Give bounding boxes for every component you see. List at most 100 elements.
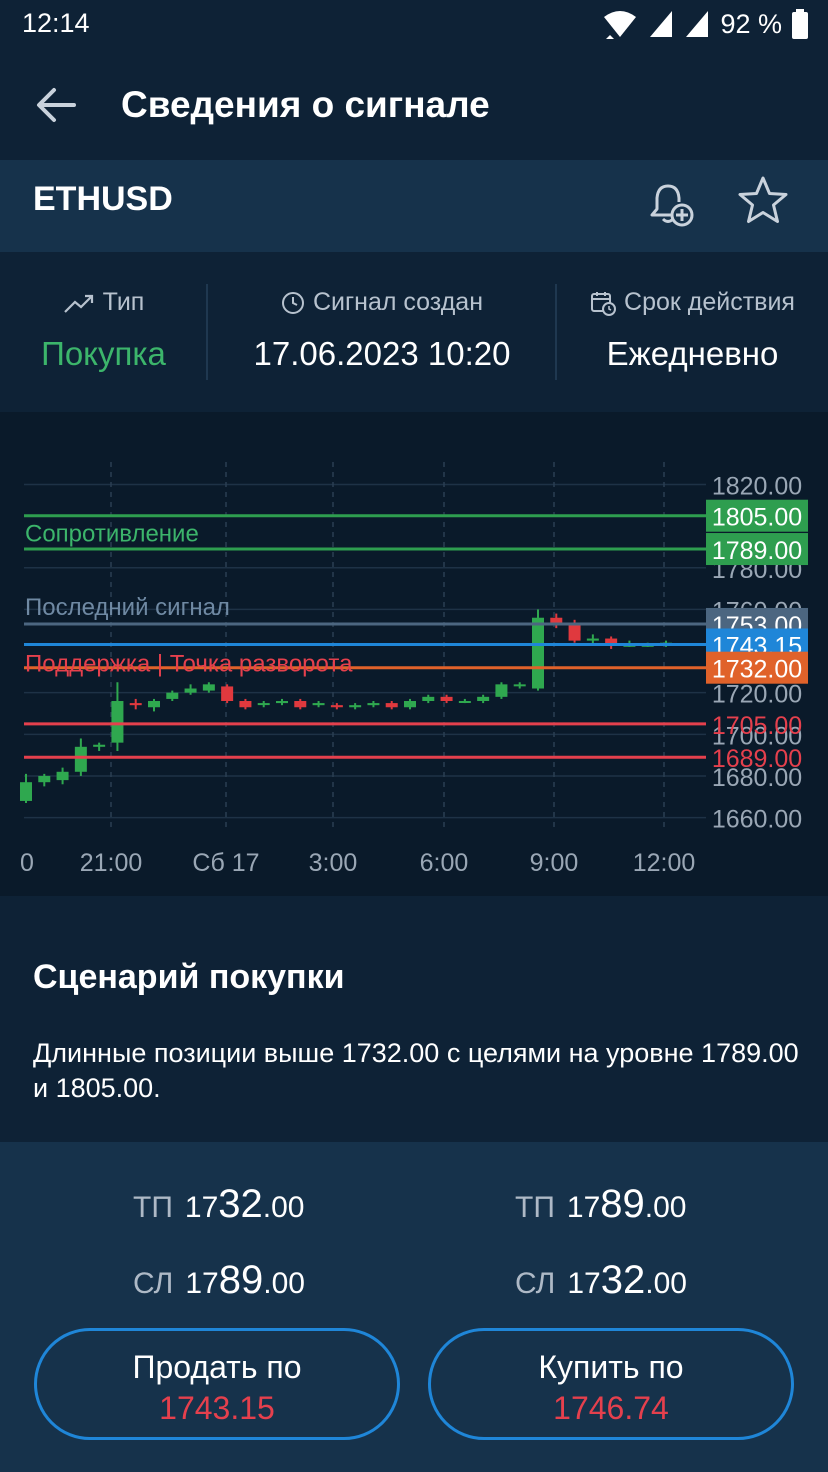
candle-body [367, 703, 380, 706]
sell-button[interactable]: Продать по 1743.15 [34, 1328, 400, 1440]
buy-price: 1746.74 [553, 1390, 669, 1426]
candle-body [568, 623, 581, 641]
tp-value: 1732.00 [184, 1182, 305, 1226]
candle-body [38, 775, 51, 783]
signal-icon [650, 11, 673, 37]
favorite-star-icon[interactable] [734, 172, 792, 230]
level-tag-label: 1705.00 [712, 712, 802, 740]
x-tick-label: 0 [20, 849, 34, 877]
candle-body [349, 705, 362, 708]
candle-body [294, 701, 307, 708]
tp-label: ТП [515, 1191, 555, 1224]
expiry-label: Срок действия [624, 288, 795, 316]
sl-label: СЛ [515, 1267, 556, 1300]
candle-body [129, 703, 142, 706]
trade-panel: ТП 1732.00 СЛ 1789.00 ТП 1789.00 СЛ 1732… [0, 1142, 828, 1472]
candle-body [586, 638, 599, 641]
trend-up-icon [63, 294, 93, 313]
level-label: Последний сигнал [25, 594, 230, 621]
y-tick-label: 1820.00 [712, 472, 802, 500]
candle-body [513, 684, 526, 687]
scenario-text: Длинные позиции выше 1732.00 с целями на… [33, 1038, 799, 1103]
app-bar: Сведения о сигнале [0, 50, 828, 160]
sell-label: Продать по [132, 1349, 302, 1385]
level-label: Поддержка | Точка разворота [25, 651, 353, 678]
candle-body [148, 701, 160, 708]
sl-value: 1732.00 [567, 1258, 687, 1302]
type-label: Тип [102, 288, 145, 316]
candle-body [312, 703, 325, 706]
left-take-profit: ТП 1732.00 [133, 1182, 304, 1227]
candle-body [111, 701, 124, 743]
sl-value: 1789.00 [185, 1258, 305, 1302]
y-tick-label: 1720.00 [712, 681, 802, 709]
tp-label: ТП [133, 1191, 173, 1224]
x-tick-label: 3:00 [309, 849, 358, 877]
candle-body [166, 692, 179, 699]
calendar-clock-icon [591, 291, 617, 316]
candle-body [93, 744, 106, 747]
battery-icon [792, 9, 808, 39]
candle-body [202, 684, 215, 691]
candle-body [276, 701, 288, 704]
candle-body [458, 701, 471, 704]
add-alert-bell-icon[interactable] [640, 174, 700, 234]
expiry-value: Ежедневно [606, 335, 779, 372]
level-tag-label: 1789.00 [712, 537, 802, 565]
candle-body [74, 746, 87, 772]
x-tick-label: 9:00 [530, 849, 579, 877]
buy-label: Купить по [538, 1349, 684, 1385]
wifi-icon [604, 11, 637, 39]
candle-body [404, 701, 416, 708]
sell-price: 1743.15 [159, 1390, 275, 1426]
clock-icon [282, 291, 304, 314]
back-arrow-icon[interactable] [32, 80, 82, 130]
candle-body [20, 782, 32, 801]
info-created: Сигнал создан 17.06.2023 10:20 [208, 252, 556, 412]
price-chart[interactable]: 1820.001780.001760.001720.001700.001680.… [0, 412, 828, 896]
scenario-title: Сценарий покупки [33, 958, 345, 996]
x-tick-label: Сб 17 [192, 849, 259, 877]
candle-body [239, 701, 252, 708]
created-value: 17.06.2023 10:20 [253, 335, 511, 372]
info-type: Тип Покупка [0, 252, 207, 412]
symbol-name: ETHUSD [33, 180, 173, 218]
created-label: Сигнал создан [313, 288, 483, 316]
buy-button[interactable]: Купить по 1746.74 [428, 1328, 794, 1440]
sl-label: СЛ [133, 1267, 174, 1300]
candle-body [221, 686, 234, 702]
candle-body [184, 688, 197, 693]
level-tag-label: 1732.00 [712, 656, 802, 684]
candle-body [440, 696, 453, 702]
tp-value: 1789.00 [566, 1182, 687, 1226]
candle-body [477, 696, 490, 702]
candle-body [532, 617, 544, 689]
level-tag-label: 1689.00 [712, 745, 802, 773]
candle-body [422, 696, 435, 702]
left-stop-loss: СЛ 1789.00 [133, 1258, 305, 1303]
candle-body [56, 771, 69, 781]
x-tick-label: 21:00 [80, 849, 143, 877]
candle-body [495, 684, 508, 697]
status-time: 12:14 [22, 8, 90, 38]
info-expiry: Срок действия Ежедневно [557, 252, 828, 412]
candle-body [330, 705, 343, 708]
candle-body [257, 703, 270, 706]
battery-percent: 92 % [720, 8, 782, 39]
x-tick-label: 12:00 [633, 849, 696, 877]
candlestick-chart[interactable]: 1820.001780.001760.001720.001700.001680.… [0, 412, 828, 896]
status-icons: 92 % [602, 6, 808, 42]
signal-info: Тип Покупка Сигнал создан 17.06.2023 10:… [0, 252, 828, 412]
y-tick-label: 1660.00 [712, 806, 802, 834]
type-value: Покупка [41, 335, 166, 372]
level-label: Сопротивление [25, 521, 199, 548]
right-take-profit: ТП 1789.00 [515, 1182, 686, 1227]
page-title: Сведения о сигнале [121, 84, 490, 125]
candle-body [385, 703, 398, 708]
right-stop-loss: СЛ 1732.00 [515, 1258, 687, 1303]
symbol-bar: ETHUSD [0, 160, 828, 252]
signal-icon-2 [686, 11, 709, 37]
level-tag-label: 1805.00 [712, 504, 802, 532]
status-bar: 12:14 92 % [0, 0, 828, 50]
x-tick-label: 6:00 [420, 849, 469, 877]
